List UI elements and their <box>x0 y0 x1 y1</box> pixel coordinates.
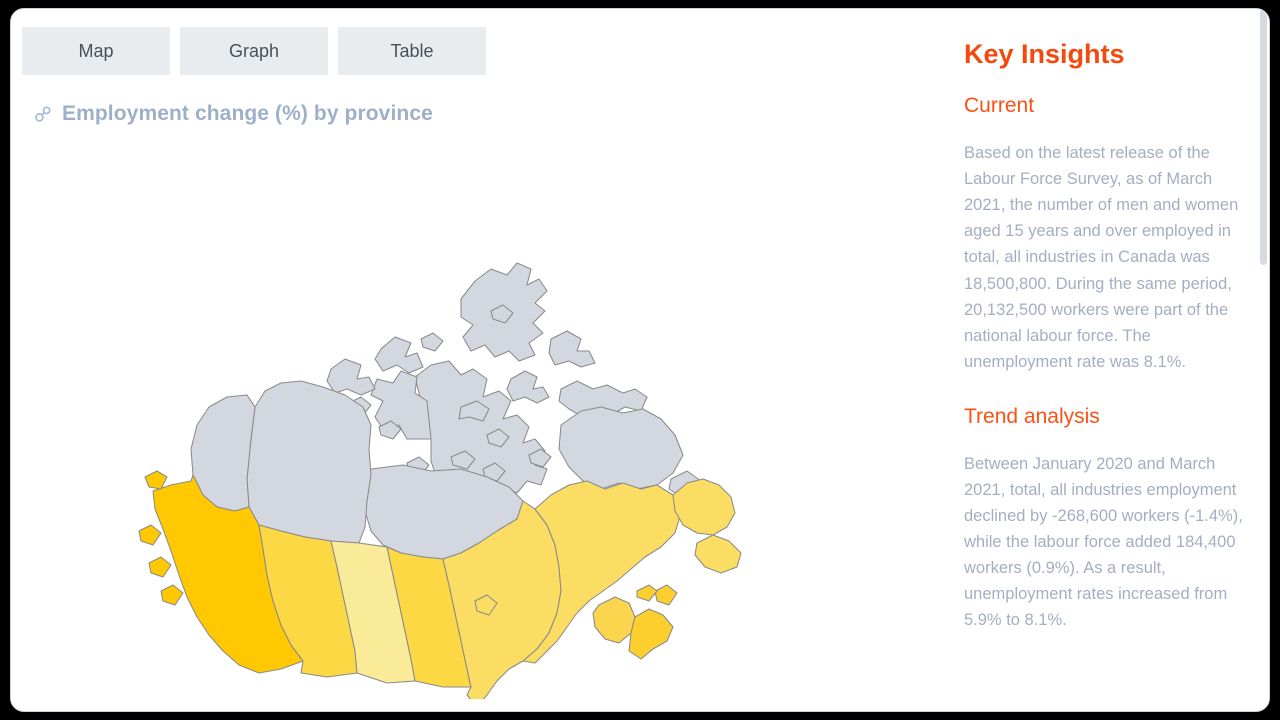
section-heading-trend-analysis: Trend analysis <box>964 404 1100 428</box>
region-northwest-territories <box>246 380 372 544</box>
tab-map[interactable]: Map <box>22 27 170 75</box>
canada-map-svg <box>138 262 742 699</box>
region-newfoundland-and-labrador <box>672 478 742 574</box>
region-new-brunswick <box>592 596 636 644</box>
section-body-trend-analysis: Between January 2020 and March 2021, tot… <box>964 454 1243 630</box>
section-body-current: Based on the latest release of the Labou… <box>964 144 1239 371</box>
dashboard-card: Map Graph Table Employment change (%) by… <box>10 8 1270 712</box>
tab-graph[interactable]: Graph <box>180 27 328 75</box>
map-panel: Map Graph Table Employment change (%) by… <box>11 9 941 711</box>
link-icon[interactable] <box>33 104 53 124</box>
key-insights-panel: Key Insights Current Based on the latest… <box>941 9 1269 711</box>
map-title-row: Employment change (%) by province <box>33 102 433 126</box>
view-tabs: Map Graph Table <box>22 27 486 75</box>
insights-title: Key Insights <box>964 39 1125 69</box>
insights-scrollbar-track[interactable] <box>1260 9 1268 711</box>
canada-choropleth-map[interactable] <box>131 139 831 699</box>
map-title: Employment change (%) by province <box>62 102 433 125</box>
insights-scrollbar-thumb[interactable] <box>1260 9 1267 265</box>
region-prince-edward-island <box>636 584 658 602</box>
section-heading-current: Current <box>964 94 1035 118</box>
tab-table[interactable]: Table <box>338 27 486 75</box>
